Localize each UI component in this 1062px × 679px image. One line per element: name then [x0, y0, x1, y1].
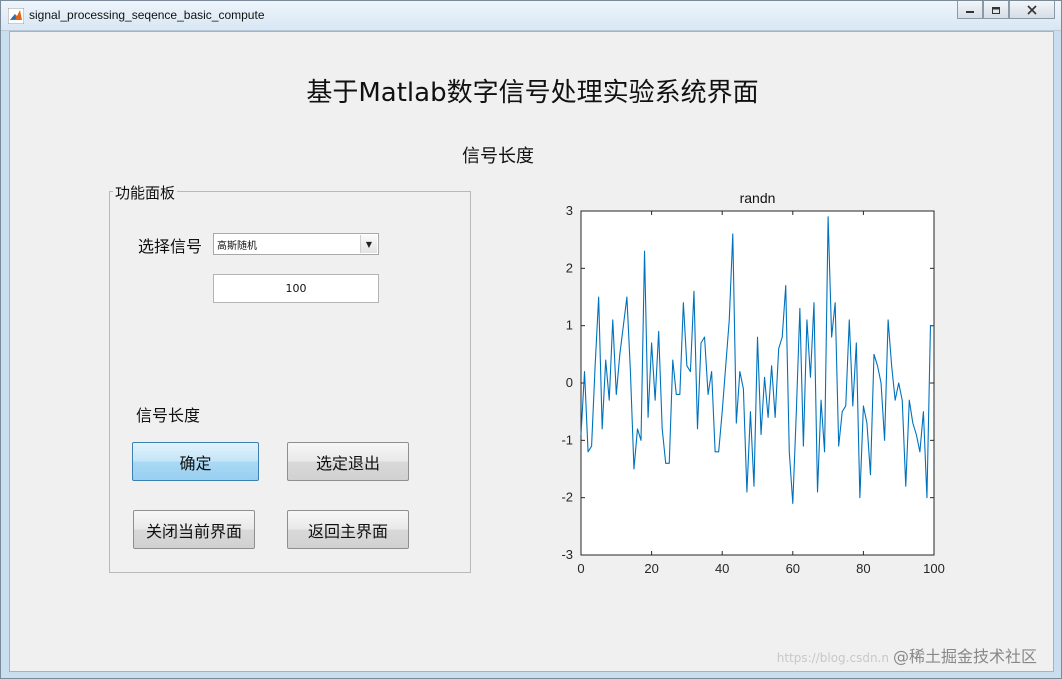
plot-axes: 0 20 40 60 80 100 3 2 1 0 -1 -2 -3 randn	[561, 190, 945, 576]
y-tick-label: 2	[566, 260, 573, 275]
y-tick-label: 1	[566, 318, 573, 333]
x-tick-label: 60	[786, 561, 800, 576]
close-button[interactable]	[1009, 1, 1055, 19]
y-tick-label: 3	[566, 203, 573, 218]
y-tick-label: -3	[561, 547, 573, 562]
chart-title: randn	[740, 190, 776, 206]
watermark-url: https://blog.csdn.n	[776, 651, 889, 665]
app-window: signal_processing_seqence_basic_compute …	[0, 0, 1062, 679]
minimize-icon	[966, 10, 974, 13]
restore-icon	[992, 6, 1000, 14]
figure-canvas: 基于Matlab数字信号处理实验系统界面 信号长度 功能面板 选择信号 高斯随机…	[9, 31, 1054, 672]
x-tick-label: 0	[577, 561, 584, 576]
y-tick-label: -2	[561, 490, 573, 505]
matlab-icon	[8, 8, 24, 24]
watermark: https://blog.csdn.n @稀土掘金技术社区	[777, 643, 1037, 667]
watermark-text: @稀土掘金技术社区	[892, 647, 1037, 666]
x-tick-label: 40	[715, 561, 729, 576]
window-title: signal_processing_seqence_basic_compute	[29, 8, 265, 22]
close-icon	[1027, 4, 1037, 15]
y-tick-label: 0	[566, 375, 573, 390]
x-tick-label: 20	[644, 561, 658, 576]
y-tick-label: -1	[561, 432, 573, 447]
window-controls	[957, 1, 1055, 20]
x-tick-label: 80	[856, 561, 870, 576]
title-bar[interactable]: signal_processing_seqence_basic_compute	[1, 1, 1061, 31]
minimize-button[interactable]	[957, 1, 983, 19]
x-tick-label: 100	[923, 561, 945, 576]
restore-button[interactable]	[983, 1, 1009, 19]
